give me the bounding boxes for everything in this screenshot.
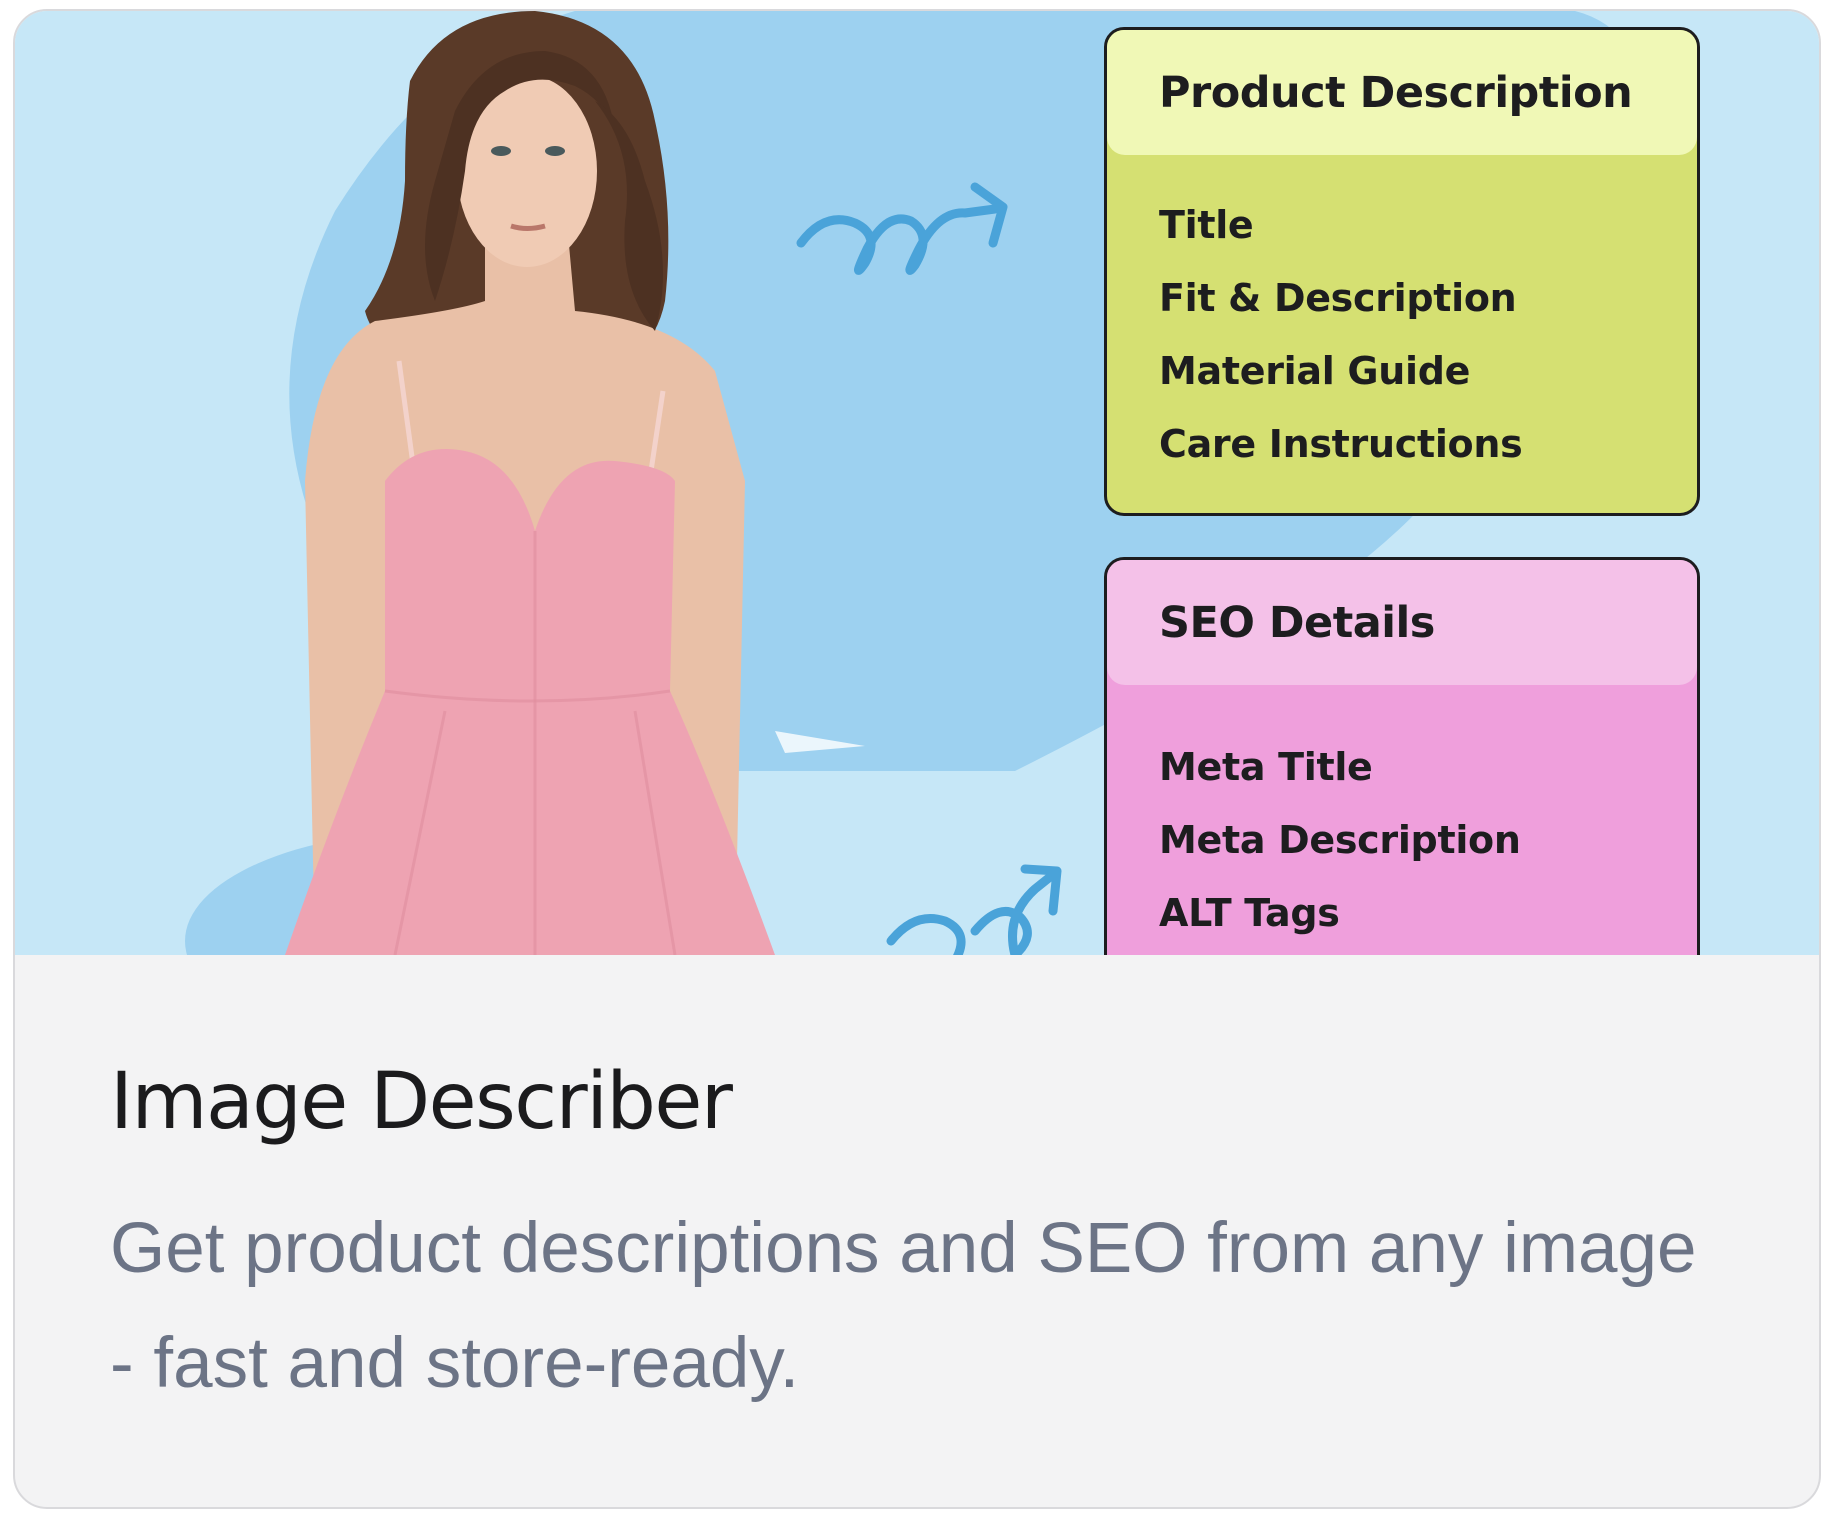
- seo-details-panel: SEO Details Meta Title Meta Description …: [1104, 557, 1700, 955]
- card-description: Get product descriptions and SEO from an…: [110, 1209, 1697, 1403]
- list-item: Fit & Description: [1159, 276, 1517, 320]
- hero-image: Product Description Title Fit & Descript…: [15, 11, 1819, 955]
- list-item: Material Guide: [1159, 349, 1471, 393]
- panel-title: SEO Details: [1159, 597, 1435, 648]
- product-description-panel: Product Description Title Fit & Descript…: [1104, 27, 1700, 516]
- panel-list: Title Fit & Description Material Guide C…: [1107, 155, 1697, 481]
- panel-header: Product Description: [1107, 30, 1697, 155]
- panel-title: Product Description: [1159, 67, 1633, 118]
- list-item: Meta Title: [1159, 745, 1373, 789]
- list-item: ALT Tags: [1159, 891, 1340, 935]
- squiggle-arrow-icon: [886, 864, 1062, 955]
- panel-header: SEO Details: [1107, 560, 1697, 685]
- list-item: Title: [1159, 203, 1254, 247]
- list-item: Meta Description: [1159, 818, 1521, 862]
- tool-card[interactable]: Product Description Title Fit & Descript…: [13, 9, 1821, 1509]
- list-item: Care Instructions: [1159, 422, 1523, 466]
- card-title: Image Describer: [110, 1057, 733, 1147]
- panel-list: Meta Title Meta Description ALT Tags: [1107, 685, 1697, 950]
